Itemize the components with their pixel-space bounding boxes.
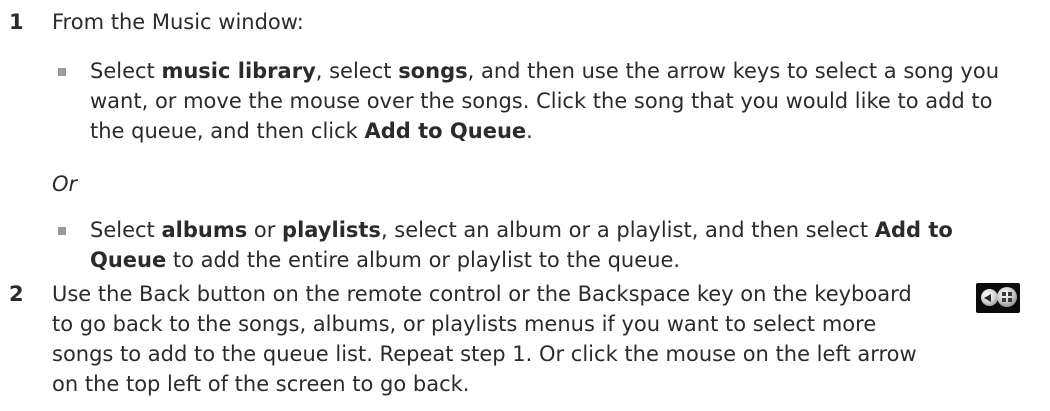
bullet-1-text-2: , select <box>315 59 399 83</box>
bullet-1-bold-music-library: music library <box>161 59 316 83</box>
bullet-2-text-3: , select an album or a playlist, and the… <box>380 218 875 242</box>
left-arrow-icon <box>984 294 991 302</box>
step-1-bullet-1: Select music library, select songs, and … <box>58 56 1020 146</box>
step-number-2: 2 <box>9 282 24 306</box>
bullet-2-text-1: Select <box>90 218 162 242</box>
step-1-bullet-2: Select albums or playlists, select an al… <box>58 215 1020 275</box>
step-1-intro: From the Music window: <box>52 10 304 34</box>
windows-flag-icon <box>1002 292 1012 302</box>
bullet-square-icon <box>58 68 66 76</box>
bullet-square-icon <box>58 227 66 235</box>
bullet-2-bold-albums: albums <box>161 218 248 242</box>
step-number-1: 1 <box>9 10 24 34</box>
bullet-1-text-4: . <box>526 119 533 143</box>
step-2-text: Use the Back button on the remote contro… <box>52 282 917 396</box>
bullet-1-text-1: Select <box>90 59 162 83</box>
bullet-2-bold-playlists: playlists <box>282 218 381 242</box>
bullet-1-bold-add-to-queue: Add to Queue <box>364 119 527 143</box>
or-label: Or <box>52 172 78 196</box>
bullet-2-text-4: to add the entire album or playlist to t… <box>166 248 681 272</box>
bullet-2-text-2: or <box>247 218 283 242</box>
bullet-1-bold-songs: songs <box>398 59 468 83</box>
back-button-icon <box>976 283 1020 313</box>
